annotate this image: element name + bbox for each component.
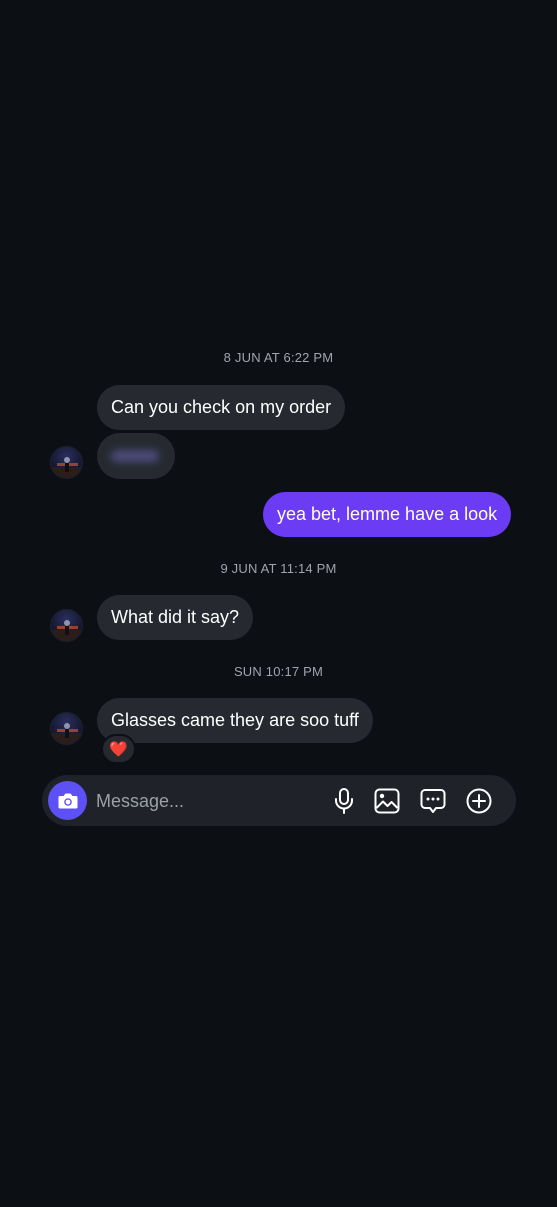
gallery-icon: [374, 788, 400, 814]
message-input[interactable]: [96, 788, 316, 814]
outgoing-message-bubble[interactable]: yea bet, lemme have a look: [263, 492, 512, 537]
avatar-image: [51, 457, 82, 478]
timestamp: 8 JUN AT 6:22 PM: [223, 350, 334, 365]
blurred-content: [111, 450, 159, 462]
microphone-button[interactable]: [330, 787, 358, 815]
message-text: yea bet, lemme have a look: [277, 504, 498, 524]
avatar[interactable]: [50, 712, 83, 745]
gallery-button[interactable]: [373, 787, 401, 815]
plus-circle-icon: [466, 788, 492, 814]
message-composer: [42, 775, 516, 826]
avatar[interactable]: [50, 446, 83, 479]
avatar-image: [51, 620, 82, 641]
timestamp: 9 JUN AT 11:14 PM: [220, 561, 337, 576]
incoming-message-bubble[interactable]: Can you check on my order: [97, 385, 346, 430]
sticker-chat-icon: [420, 789, 446, 813]
message-text: Can you check on my order: [111, 397, 332, 417]
microphone-icon: [335, 788, 353, 814]
timestamp: SUN 10:17 PM: [233, 664, 324, 679]
message-text: What did it say?: [111, 607, 240, 627]
sticker-button[interactable]: [419, 787, 447, 815]
incoming-message-bubble[interactable]: Glasses came they are soo tuff: [97, 698, 373, 743]
heart-reaction[interactable]: ❤️: [101, 734, 136, 764]
heart-icon: ❤️: [109, 741, 128, 758]
incoming-message-bubble[interactable]: What did it say?: [97, 595, 254, 640]
camera-button[interactable]: [48, 781, 87, 820]
blurred-attachment-message[interactable]: [97, 433, 175, 479]
more-button[interactable]: [465, 787, 493, 815]
avatar[interactable]: [50, 609, 83, 642]
chat-screen: 8 JUN AT 6:22 PM Can you check on my ord…: [0, 0, 557, 1207]
avatar-image: [51, 723, 82, 744]
camera-icon: [58, 793, 77, 808]
message-text: Glasses came they are soo tuff: [111, 710, 359, 730]
